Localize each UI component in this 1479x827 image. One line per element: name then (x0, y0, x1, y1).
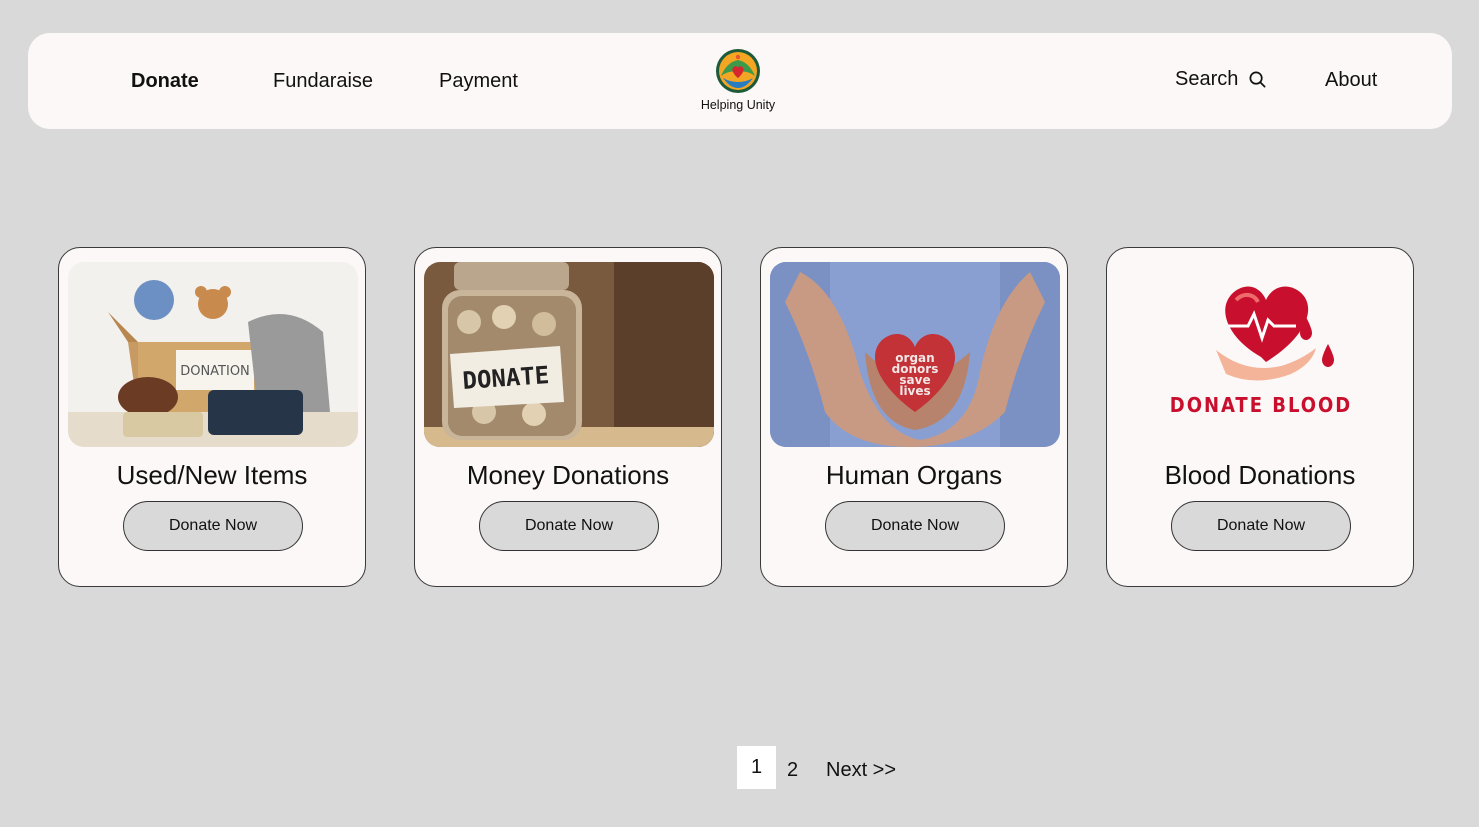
svg-text:lives: lives (899, 384, 930, 398)
donation-box-label: DONATION (180, 364, 250, 379)
card-used-new-items: DONATION Used/New Items Donate Now (58, 247, 366, 587)
nav-about-link[interactable]: About (1325, 69, 1377, 92)
card-human-organs: organ donors save lives Human Organs Don… (760, 247, 1068, 587)
nav-payment-link[interactable]: Payment (439, 70, 518, 93)
donate-now-button[interactable]: Donate Now (1171, 501, 1351, 551)
card-title: Blood Donations (1164, 460, 1356, 490)
page-1-button[interactable]: 1 (737, 746, 776, 789)
donation-box-image: DONATION (68, 262, 358, 447)
coin-jar-image: DONATE (424, 262, 714, 447)
card-blood-donations: DONATE BLOOD Blood Donations Donate Now (1106, 247, 1414, 587)
brand-name: Helping Unity (700, 98, 776, 112)
brand-logo[interactable]: Helping Unity (688, 48, 788, 112)
search-icon (1249, 71, 1266, 88)
nav-fundaraise-link[interactable]: Fundaraise (273, 70, 373, 93)
card-money-donations: DONATE Money Donations Donate Now (414, 247, 722, 587)
card-title: Human Organs (825, 460, 1003, 490)
card-title: Used/New Items (116, 460, 308, 490)
blood-poster-label: DONATE BLOOD (1170, 393, 1353, 417)
donate-now-button[interactable]: Donate Now (825, 501, 1005, 551)
card-title: Money Donations (466, 460, 670, 490)
hands-heart-image: organ donors save lives (770, 262, 1060, 447)
search-button[interactable]: Search (1175, 68, 1267, 91)
nav-donate-link[interactable]: Donate (131, 70, 199, 93)
donate-now-button[interactable]: Donate Now (479, 501, 659, 551)
search-label: Search (1175, 68, 1239, 90)
next-page-link[interactable]: Next >> (826, 759, 896, 782)
blood-heart-image: DONATE BLOOD (1116, 262, 1406, 447)
helping-unity-logo-icon (716, 49, 760, 93)
donate-now-button[interactable]: Donate Now (123, 501, 303, 551)
page-2-link[interactable]: 2 (787, 759, 798, 782)
top-nav-bar: Donate Fundaraise Payment Helping Unity … (28, 33, 1452, 129)
